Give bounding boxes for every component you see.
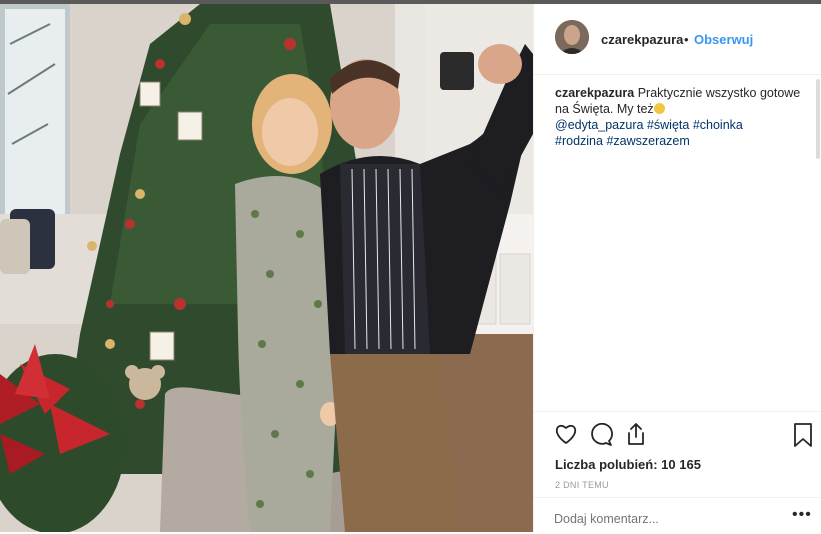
hashtag-choinka[interactable]: #choinka (693, 118, 743, 132)
post-author-username[interactable]: czarekpazura (601, 32, 683, 47)
caption-mention[interactable]: @edyta_pazura (555, 118, 643, 132)
more-options-button[interactable]: ••• (792, 506, 812, 524)
caption-username[interactable]: czarekpazura (555, 86, 634, 100)
post-photo-illustration (0, 4, 533, 532)
avatar-image (555, 20, 589, 54)
post-details-panel: czarekpazura • Obserwuj czarekpazura Pra… (533, 4, 821, 532)
post-timestamp[interactable]: 2 DNI TEMU (555, 480, 609, 490)
comment-icon[interactable] (589, 422, 613, 452)
bookmark-icon[interactable] (793, 423, 813, 452)
comments-scrollbar[interactable] (816, 79, 820, 159)
avatar[interactable] (555, 20, 589, 54)
post-caption: czarekpazura Praktycznie wszystko gotowe… (555, 85, 805, 149)
share-icon[interactable] (625, 422, 647, 451)
hashtag-swieta[interactable]: #święta (647, 118, 689, 132)
post-header: czarekpazura • Obserwuj (534, 4, 821, 75)
separator-dot: • (684, 32, 689, 47)
smiling-face-emoji-icon (653, 103, 665, 114)
post-actions: Liczba polubień: 10 165 2 DNI TEMU ••• (534, 411, 821, 533)
likes-count[interactable]: Liczba polubień: 10 165 (555, 457, 701, 472)
follow-button[interactable]: Obserwuj (694, 32, 753, 47)
add-comment-section: ••• (534, 497, 821, 534)
hashtag-rodzina[interactable]: #rodzina (555, 134, 603, 148)
post-photo[interactable] (0, 4, 533, 532)
comment-input[interactable] (554, 512, 754, 526)
heart-icon[interactable] (554, 423, 578, 450)
hashtag-zawszerazem[interactable]: #zawszerazem (606, 134, 689, 148)
